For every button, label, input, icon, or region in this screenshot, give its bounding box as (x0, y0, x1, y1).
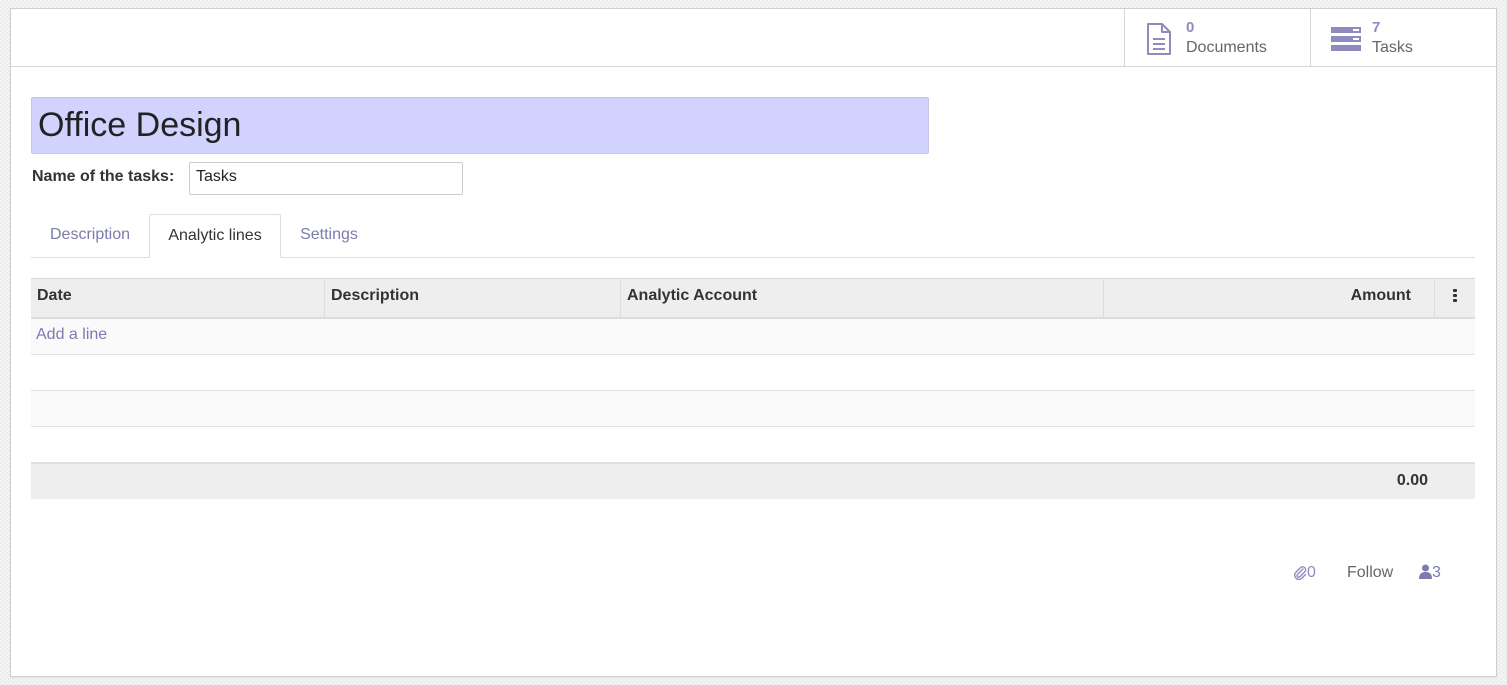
notebook-tabs: Description Analytic lines Settings (31, 214, 1475, 258)
follow-button[interactable]: Follow (1347, 562, 1393, 584)
attachments-button[interactable]: 0 (1293, 562, 1316, 584)
tasks-button[interactable]: 7 Tasks (1310, 9, 1497, 66)
column-header-date[interactable]: Date (31, 279, 325, 317)
task-name-label: Name of the tasks: (32, 168, 175, 185)
project-name-input[interactable]: Office Design (31, 97, 929, 154)
paperclip-icon (1294, 565, 1307, 580)
followers-button[interactable]: 3 (1419, 562, 1441, 584)
table-row: Add a line (31, 319, 1475, 355)
table-header: Date Description Analytic Account Amount (31, 278, 1475, 319)
tab-description[interactable]: Description (31, 214, 149, 256)
task-name-input[interactable]: Tasks (189, 162, 463, 195)
followers-count: 3 (1432, 564, 1441, 581)
button-box: 0 Documents 7 Tasks (11, 9, 1496, 67)
tab-analytic-lines[interactable]: Analytic lines (149, 214, 281, 258)
tasks-count: 7 (1372, 19, 1381, 36)
documents-button[interactable]: 0 Documents (1124, 9, 1310, 66)
tasks-icon (1331, 27, 1361, 51)
analytic-lines-table: Date Description Analytic Account Amount… (31, 278, 1475, 499)
documents-label: Documents (1186, 39, 1267, 56)
table-row (31, 427, 1475, 463)
add-line-link[interactable]: Add a line (31, 319, 1475, 350)
user-icon (1419, 564, 1432, 580)
table-row (31, 391, 1475, 427)
tasks-label: Tasks (1372, 39, 1413, 56)
vertical-ellipsis-icon (1453, 289, 1457, 303)
tab-settings[interactable]: Settings (281, 214, 377, 256)
column-header-amount[interactable]: Amount (1104, 279, 1435, 317)
table-row (31, 355, 1475, 391)
document-icon (1147, 23, 1171, 55)
attachments-count: 0 (1307, 564, 1316, 581)
form-sheet: 0 Documents 7 Tasks Office Design Name o… (10, 8, 1497, 677)
column-header-analytic-account[interactable]: Analytic Account (621, 279, 1104, 317)
amount-total: 0.00 (1396, 472, 1428, 489)
table-footer: 0.00 (31, 463, 1475, 499)
column-header-description[interactable]: Description (325, 279, 621, 317)
chatter-topbar: 0 Follow 3 (1291, 562, 1471, 584)
optional-columns-toggle[interactable] (1435, 279, 1475, 317)
documents-count: 0 (1186, 19, 1195, 36)
